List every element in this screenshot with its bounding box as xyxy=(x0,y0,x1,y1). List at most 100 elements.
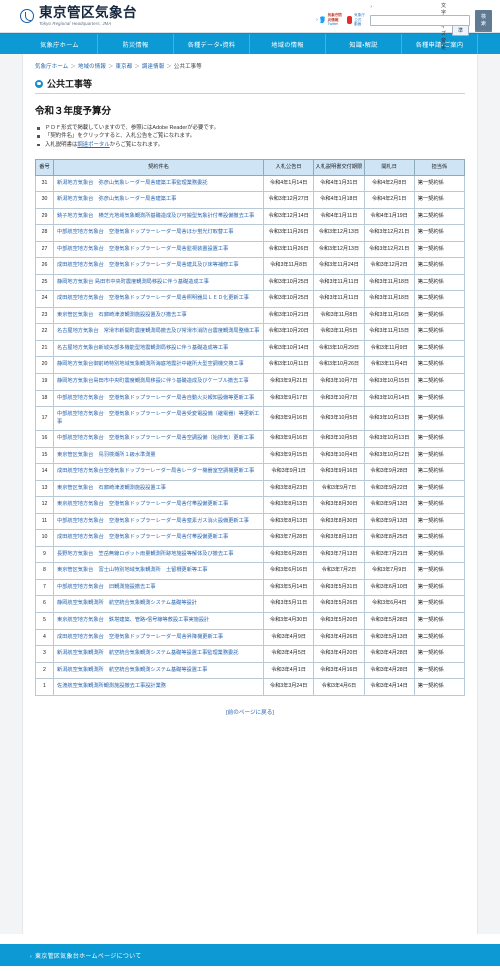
cell-open-date: 令和3年11月9日 xyxy=(363,339,415,358)
cell-notice-date: 令和3年10月25日 xyxy=(262,290,315,308)
cell-open-date: 令和3年9月13日 xyxy=(363,512,415,531)
breadcrumb-item-1[interactable]: 地域の情報 xyxy=(78,64,106,70)
footer-about-link[interactable]: › 東京管区気象台ホームページについて xyxy=(0,951,142,960)
table-row: 10 成田航空地方気象台 空港気象ドップラーレーダー局舎付帯設備更新工事 令和3年7… xyxy=(35,529,466,547)
table-body: 31 新潟地方気象台 弥彦山気象レーダー局舎建築工事監理業務委託 令和4年1月14日… xyxy=(35,174,466,696)
nav-spacer-left xyxy=(0,34,22,54)
cell-contract-name: 静岡航空気象観測所 航空統合気象観測システム基礎等設計 xyxy=(53,595,264,613)
nav-item-knowledge[interactable]: 知識・解説 xyxy=(326,34,402,54)
contract-name-link[interactable]: 成田航空地方気象台 空港気象ドップラーレーダー局舎建具及び床等補修工事 xyxy=(57,262,239,268)
contract-name-link[interactable]: 静岡地方気象台 島田市中央町震度観測局移設に伴う基礎造成工事 xyxy=(57,279,209,285)
contract-name-link[interactable]: 東京管区気象台 石廊崎津波観測施設設置及び撤去工事 xyxy=(57,312,187,318)
contract-name-link[interactable]: 新潟航空気象観測所 航空統合気象観測システム基礎等設置工事監理業務委託 xyxy=(57,650,238,656)
contract-name-link[interactable]: 東京航空地方気象台 鉄塔建築、管路・信号線等敷設工事実施設計 xyxy=(57,617,209,623)
cell-doc-deadline: 令和3年11月5日 xyxy=(313,323,365,341)
contract-name-link[interactable]: 東京管区気象台 富士山特別地域気象観測所 土留柵更新等工事 xyxy=(57,567,207,573)
search-input[interactable] xyxy=(369,14,470,26)
page-content: 気象庁ホーム＞地域の情報＞東京都＞調達情報＞公共工事等 公共工事等 令和３年度予… xyxy=(22,54,478,934)
table-row: 23 東京管区気象台 石廊崎津波観測施設設置及び撤去工事 令和3年10月21日 令和3… xyxy=(35,306,466,325)
contract-name-link[interactable]: 名古屋地方気象台 常滑市新開町震度観測局撤去及び常滑市消防台震度観測局整備工事 xyxy=(57,328,259,334)
contract-name-link[interactable]: 名古屋地方気象台新城矢部多機能型地震観測局移設に伴う基礎造成等工事 xyxy=(57,345,228,351)
contract-name-link[interactable]: 中部航空地方気象台 空港気象ドップラーレーダー局舎自動火災報知設備等更新工事 xyxy=(57,395,254,401)
breadcrumb-item-4: 公共工事等 xyxy=(173,64,202,70)
nav-item-regional-info[interactable]: 地域の情報 xyxy=(250,34,326,54)
cell-doc-deadline: 令和3年10月5日 xyxy=(313,430,365,448)
twitter-label-line1: 気象庁防災情報 xyxy=(327,13,343,22)
cell-doc-deadline: 令和3年12月13日 xyxy=(313,224,365,242)
back-to-previous-page-link[interactable]: [前のページに戻る] xyxy=(35,696,465,720)
cell-section: 第一契約係 xyxy=(413,479,466,498)
breadcrumb-item-2[interactable]: 東京都 xyxy=(116,64,133,70)
cell-no: 16 xyxy=(35,430,54,448)
cell-notice-date: 令和3年4月1日 xyxy=(262,661,315,680)
table-row: 27 中部航空地方気象台 空港気象ドップラーレーダー局舎監視装置設置工事 令和3年1… xyxy=(35,240,466,259)
cell-no: 19 xyxy=(35,373,54,391)
procurement-portal-link[interactable]: 調達ポータル xyxy=(77,142,109,148)
cell-contract-name: 成田航空地方気象台 空港気象ドップラーレーダー局舎付帯設備更新工事 xyxy=(53,529,264,547)
cell-contract-name: 静岡地方気象台 島田市中央町震度観測局移設に伴う基礎造成工事 xyxy=(53,273,264,292)
contract-name-link[interactable]: 東京管区気象台 石廊崎津波観測施設設置工事 xyxy=(57,485,166,491)
cell-contract-name: 東京航空地方気象台 空港気象ドップラーレーダー局舎付帯設備更新工事 xyxy=(53,496,264,514)
cell-notice-date: 令和3年4月5日 xyxy=(262,645,315,663)
contract-name-link[interactable]: 新潟地方気象台 弥彦山気象レーダー局舎建築工事監理業務委託 xyxy=(57,180,207,186)
contract-name-link[interactable]: 静岡航空気象観測所 航空統合気象観測システム基礎等設計 xyxy=(57,600,197,606)
breadcrumb-separator: ＞ xyxy=(166,64,172,70)
contract-name-link[interactable]: 東京航空地方気象台 空港気象ドップラーレーダー局舎付帯設備更新工事 xyxy=(57,501,228,507)
cell-open-date: 令和3年10月13日 xyxy=(363,430,415,448)
table-row: 14 成田航空地方気象台空港気象ドップラーレーダー局舎レーダー機器室空調機更新工事… xyxy=(35,463,466,481)
contract-name-link[interactable]: 中部航空地方気象台 空港気象ドップラーレーダー局舎空調設備（始排気）更新工事 xyxy=(57,435,254,441)
contract-name-link[interactable]: 中部航空地方気象台 空港気象ドップラーレーダー局舎監視装置設置工事 xyxy=(57,246,228,252)
contract-name-link[interactable]: 新潟地方気象台 弥彦山気象レーダー局舎建築工事 xyxy=(57,196,176,202)
cell-section: 第二契約係 xyxy=(413,356,466,374)
cell-section: 第一契約係 xyxy=(413,678,466,696)
cell-doc-deadline: 令和3年11月11日 xyxy=(313,290,365,308)
cell-section: 第一契約係 xyxy=(413,224,466,242)
contract-name-link[interactable]: 静岡地方気象台島田市中央町震度観測局移設に伴う基礎造成及びケーブル撤去工事 xyxy=(57,378,249,384)
contract-name-link[interactable]: 成田航空地方気象台 空港気象ドップラーレーダー局舎付帯設備更新工事 xyxy=(57,534,228,540)
youtube-label-line1: 気象庁 xyxy=(354,13,365,18)
contract-name-link[interactable]: 新潟航空気象観測所 航空統合気象観測システム基礎等設置工事 xyxy=(57,667,207,673)
contract-name-link[interactable]: 銚子地方気象台 横芝光地域気象観測所基礎造成及び可搬型気象計付帯設備撤去工事 xyxy=(57,213,254,219)
contract-name-link[interactable]: 静岡地方気象台御前崎特別地域気象観測所海底地震計中継所大型空調機交換工事 xyxy=(57,361,244,367)
contract-name-link[interactable]: 成田航空地方気象台空港気象ドップラーレーダー局舎レーダー機器室空調機更新工事 xyxy=(57,468,254,474)
contract-name-link[interactable]: 中部航空地方気象台 旧観測施設撤去工事 xyxy=(57,584,156,590)
site-logo[interactable]: 東京管区気象台 Tokyo Regional Headquarters, JMA xyxy=(0,6,137,26)
cell-no: 6 xyxy=(35,595,54,613)
cell-no: 15 xyxy=(35,446,54,465)
nav-item-disaster-info[interactable]: 防災情報 xyxy=(98,34,174,54)
contract-name-link[interactable]: 成田航空地方気象台 空港気象ドップラーレーダー局舎昇降機更新工事 xyxy=(57,634,223,640)
cell-section: 第二契約係 xyxy=(413,339,466,358)
cell-notice-date: 令和3年6月28日 xyxy=(262,545,315,564)
cell-contract-name: 新潟地方気象台 弥彦山気象レーダー局舎建築工事監理業務委託 xyxy=(53,174,264,193)
table-row: 1 佐渡航空気象観測所観測施設撤去工事設計業務 令和3年3月24日 令和3年4月6日令… xyxy=(35,678,466,696)
breadcrumb-item-0[interactable]: 気象庁ホーム xyxy=(35,64,68,70)
search-button[interactable]: 検索 xyxy=(474,10,492,30)
cell-notice-date: 令和3年4月30日 xyxy=(262,611,315,630)
cell-contract-name: 新潟航空気象観測所 航空統合気象観測システム基礎等設置工事監理業務委託 xyxy=(53,645,264,663)
cell-open-date: 令和3年4月28日 xyxy=(363,661,415,680)
twitter-link[interactable]: › 気象庁防災情報 Twitter xyxy=(316,13,342,26)
contract-name-link[interactable]: 中部航空地方気象台 空港気象ドップラーレーダー局舎受変電設備（継電器）等更新工事 xyxy=(57,411,259,425)
contract-name-link[interactable]: 中部航空地方気象台 空港気象ドップラーレーダー局舎窒素ガス消火設備更新工事 xyxy=(57,518,249,524)
breadcrumb-item-3[interactable]: 調達情報 xyxy=(142,64,164,70)
table-row: 11 中部航空地方気象台 空港気象ドップラーレーダー局舎窒素ガス消火設備更新工事 令… xyxy=(35,512,466,531)
nav-item-data[interactable]: 各種データ・資料 xyxy=(174,34,250,54)
cell-section: 第二契約係 xyxy=(413,207,466,226)
nav-item-jma-home[interactable]: 気象庁ホーム xyxy=(22,34,98,54)
cell-open-date: 令和3年11月16日 xyxy=(363,306,415,325)
cell-no: 14 xyxy=(35,463,54,481)
youtube-link[interactable]: 気象庁 公式 動画 xyxy=(347,13,365,26)
note-item: 入札説明書は調達ポータルからご覧になれます。 xyxy=(37,141,465,149)
contract-name-link[interactable]: 佐渡航空気象観測所観測施設撤去工事設計業務 xyxy=(57,683,166,689)
cell-no: 1 xyxy=(35,678,54,696)
table-row: 6 静岡航空気象観測所 航空統合気象観測システム基礎等設計 令和3年5月11日 令和3… xyxy=(35,595,466,613)
contract-name-link[interactable]: 東京管区気象台 鳥羽検潮所１級水準測量 xyxy=(57,452,156,458)
cell-contract-name: 中部航空地方気象台 空港気象ドップラーレーダー局舎ほか蛍光灯取替工事 xyxy=(53,224,264,242)
contract-name-link[interactable]: 成田航空地方気象台 空港気象ドップラーレーダー局舎照明器具ＬＥＤ化更新工事 xyxy=(57,295,249,301)
contract-name-link[interactable]: 中部航空地方気象台 空港気象ドップラーレーダー局舎ほか蛍光灯取替工事 xyxy=(57,229,233,235)
contract-name-link[interactable]: 長野地方気象台 笠岳無線ロボット雨量観測所跡地施設等解体及び撤去工事 xyxy=(57,551,233,557)
cell-no: 27 xyxy=(35,240,54,259)
cell-open-date: 令和3年10月15日 xyxy=(363,373,415,391)
cell-contract-name: 名古屋地方気象台 常滑市新開町震度観測局撤去及び常滑市消防台震度観測局整備工事 xyxy=(53,323,264,341)
cell-section: 第二契約係 xyxy=(413,273,466,292)
